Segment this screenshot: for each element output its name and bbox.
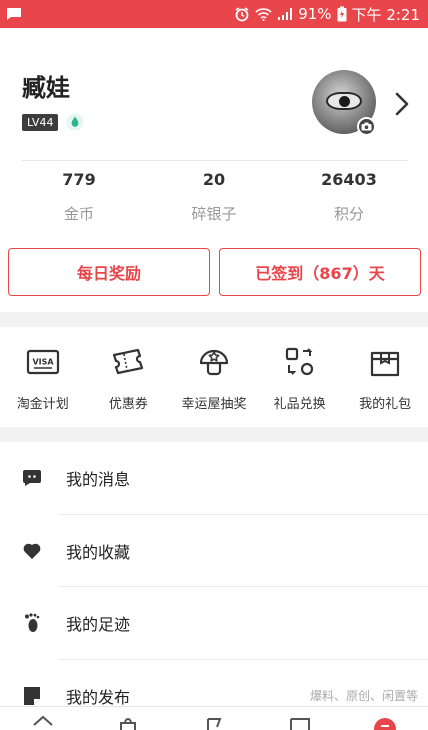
divider: [22, 160, 408, 161]
username: 臧娃: [22, 74, 70, 102]
visa-card-icon: VISA: [26, 349, 59, 375]
stat-coins[interactable]: 779 金币: [0, 170, 158, 224]
menu-item-messages[interactable]: 我的消息: [0, 442, 428, 515]
level-badge: LV44: [22, 113, 59, 131]
stats-row: 779 金币 20 碎银子 26403 积分: [0, 170, 428, 224]
chevron-right-icon[interactable]: [392, 90, 412, 118]
stat-value: 20: [202, 170, 226, 189]
feature-gift-exchange[interactable]: 礼品兑换: [257, 327, 343, 427]
mushroom-icon: [199, 349, 229, 376]
menu-item-publish[interactable]: 我的发布 爆料、原创、闲置等: [0, 660, 428, 706]
battery-icon: [337, 6, 347, 22]
camera-icon[interactable]: [357, 117, 376, 136]
profile-tab-icon[interactable]: [373, 715, 397, 730]
home-icon[interactable]: [31, 715, 55, 730]
feature-label: 幸运屋抽奖: [181, 397, 247, 412]
menu-item-footprints[interactable]: 我的足迹: [0, 587, 428, 660]
wifi-icon: [255, 7, 272, 21]
signal-icon: [277, 7, 293, 21]
menu-label: 我的收藏: [66, 542, 131, 562]
checkin-button[interactable]: 已签到（867）天: [219, 248, 421, 296]
feature-lucky-draw[interactable]: 幸运屋抽奖: [171, 327, 257, 427]
shopping-bag-icon[interactable]: [116, 715, 140, 730]
feature-label: 礼品兑换: [273, 397, 326, 412]
exchange-icon: [285, 347, 313, 376]
feature-my-gifts[interactable]: 我的礼包: [342, 327, 428, 427]
flash-icon[interactable]: [202, 715, 226, 730]
gift-box-icon: [371, 351, 400, 377]
stat-points[interactable]: 26403 积分: [270, 170, 428, 224]
feature-label: 淘金计划: [16, 397, 69, 412]
message-icon: [22, 468, 42, 488]
chat-notification-icon: [6, 7, 22, 21]
menu-list: 我的消息 我的收藏 我的足迹 我的发布 爆料、原创、闲置等: [0, 442, 428, 706]
menu-item-favorites[interactable]: 我的收藏: [0, 515, 428, 587]
publish-icon: [22, 686, 42, 706]
bottom-nav: [0, 706, 428, 730]
stat-silver[interactable]: 20 碎银子: [158, 170, 270, 224]
menu-label: 我的足迹: [66, 615, 131, 635]
daily-reward-button[interactable]: 每日奖励: [8, 248, 210, 296]
features-row: VISA 淘金计划 优惠券 幸运屋抽奖 礼品兑换 我的礼包: [0, 327, 428, 427]
status-bar: 91% 下午 2:21: [0, 0, 428, 28]
level-row: LV44: [22, 113, 84, 131]
avatar-image: [326, 92, 362, 110]
footprint-icon: [22, 613, 42, 633]
profile-card: 臧娃 LV44 779 金币 20 碎银子 26403 积分 每日奖励 已签到（…: [0, 28, 428, 312]
stat-label: 金币: [63, 205, 94, 223]
square-icon[interactable]: [288, 715, 312, 730]
stat-label: 积分: [333, 205, 364, 223]
stat-label: 碎银子: [191, 205, 237, 223]
water-drop-icon: [66, 113, 84, 131]
svg-text:VISA: VISA: [32, 358, 54, 367]
feature-coupon[interactable]: 优惠券: [86, 327, 172, 427]
clock: 下午 2:21: [351, 5, 420, 24]
feature-label: 优惠券: [108, 397, 148, 412]
battery-percent: 91%: [298, 5, 332, 23]
heart-icon: [22, 541, 42, 561]
stat-value: 26403: [321, 170, 377, 189]
menu-label: 我的消息: [66, 470, 131, 490]
ticket-icon: [113, 348, 144, 375]
menu-hint: 爆料、原创、闲置等: [309, 689, 418, 704]
feature-gold-plan[interactable]: VISA 淘金计划: [0, 327, 86, 427]
menu-label: 我的发布: [66, 687, 131, 706]
alarm-icon: [234, 6, 250, 22]
stat-value: 779: [62, 170, 96, 189]
feature-label: 我的礼包: [359, 397, 412, 412]
